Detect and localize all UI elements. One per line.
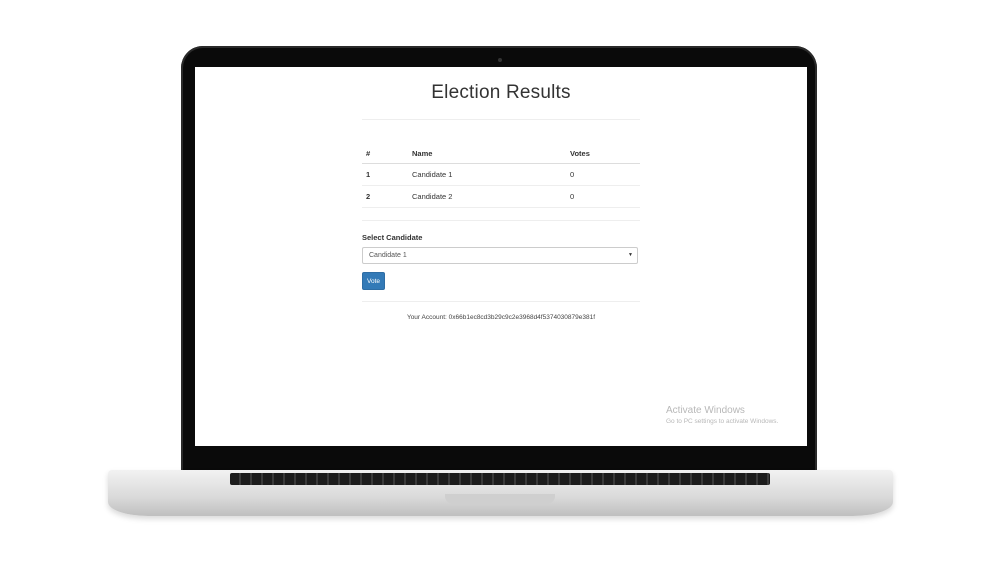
dropdown-arrow-icon: ▼ (628, 252, 633, 258)
laptop-screen: Election Results # Name Votes 1 Candidat… (195, 67, 807, 446)
column-header-name: Name (408, 146, 566, 164)
table-row: 2 Candidate 2 0 (362, 185, 640, 208)
row-number: 1 (362, 163, 408, 186)
candidate-name: Candidate 1 (408, 163, 566, 186)
column-header-number: # (362, 146, 408, 164)
select-candidate-label: Select Candidate (362, 233, 423, 242)
selected-option: Candidate 1 (369, 252, 407, 259)
laptop-notch (445, 494, 555, 504)
webcam-icon (498, 58, 502, 62)
vote-count: 0 (566, 185, 640, 208)
divider (362, 119, 640, 120)
table-header-row: # Name Votes (362, 146, 640, 164)
divider (362, 220, 640, 221)
vote-button[interactable]: Vote (362, 272, 385, 290)
watermark-subtitle: Go to PC settings to activate Windows. (666, 418, 779, 425)
account-address: Your Account: 0x66b1ec8cd3b29c9c2e3968d4… (406, 314, 596, 321)
watermark-title: Activate Windows (666, 405, 745, 416)
table-row: 1 Candidate 1 0 (362, 163, 640, 186)
candidate-select[interactable]: Candidate 1 ▼ (362, 247, 638, 264)
results-table: # Name Votes 1 Candidate 1 0 2 Candidate… (362, 146, 640, 208)
candidate-name: Candidate 2 (408, 185, 566, 208)
election-app: Election Results # Name Votes 1 Candidat… (362, 67, 640, 321)
row-number: 2 (362, 185, 408, 208)
vote-count: 0 (566, 163, 640, 186)
column-header-votes: Votes (566, 146, 640, 164)
divider (362, 301, 640, 302)
page-title: Election Results (431, 82, 571, 103)
keyboard (230, 473, 770, 485)
activate-windows-watermark: Activate Windows Go to PC settings to ac… (666, 405, 778, 427)
